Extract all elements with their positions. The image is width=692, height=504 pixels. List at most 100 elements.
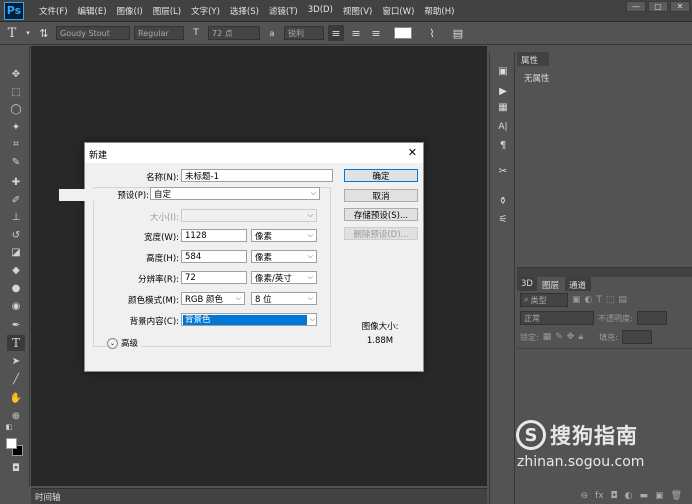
height-input[interactable]: 584	[181, 250, 247, 263]
lock-image-icon[interactable]: ✎	[555, 332, 563, 342]
blend-mode-select[interactable]: 正常	[520, 311, 594, 325]
lock-pixels-icon[interactable]: ▦	[543, 332, 552, 342]
ok-button[interactable]: 确定	[344, 169, 418, 182]
brush-tool-icon[interactable]: ✐	[7, 192, 25, 208]
lock-all-icon[interactable]: 🔒︎	[578, 332, 583, 342]
dodge-tool-icon[interactable]: ◉	[7, 298, 25, 314]
warp-text-icon[interactable]: ⌇	[424, 25, 440, 41]
tool-preset-dropdown-icon[interactable]: ▾	[24, 25, 32, 41]
timeline-tab[interactable]: 时间轴	[35, 491, 61, 503]
marquee-tool-icon[interactable]: ⬚	[7, 84, 25, 100]
align-center-icon[interactable]: ≡	[348, 25, 364, 41]
quick-mask-icon[interactable]: ◘	[7, 460, 25, 476]
paint-bucket-tool-icon[interactable]: ◆	[7, 262, 25, 278]
new-group-icon[interactable]: ▬	[640, 491, 649, 501]
menu-item[interactable]: 文件(F)	[34, 5, 73, 17]
text-orientation-icon[interactable]: ⇅	[36, 25, 52, 41]
channels-tab[interactable]: 通道	[565, 277, 591, 291]
type-tool-icon[interactable]: T	[4, 25, 20, 41]
background-select[interactable]: 背景色 ⌵	[181, 313, 317, 326]
type-tool-icon[interactable]: T	[7, 335, 25, 351]
preset-select[interactable]: 自定 ⌵	[150, 187, 320, 200]
menu-item[interactable]: 帮助(H)	[419, 5, 459, 17]
height-unit-select[interactable]: 像素 ⌵	[251, 250, 317, 263]
crop-tool-icon[interactable]: ⌗	[7, 136, 25, 152]
eraser-tool-icon[interactable]: ◪	[7, 244, 25, 260]
healing-brush-tool-icon[interactable]: ✚	[7, 174, 25, 190]
3d-tab[interactable]: 3D	[517, 277, 537, 291]
menu-item[interactable]: 3D(D)	[303, 5, 338, 17]
tool-presets-icon[interactable]: ✂	[495, 164, 511, 178]
actions-icon[interactable]: ▶	[495, 84, 511, 98]
layer-style-icon[interactable]: fx	[595, 491, 604, 501]
delete-layer-icon[interactable]: 🗑︎	[671, 491, 682, 501]
filter-smart-icon[interactable]: ▤	[618, 295, 627, 305]
align-right-icon[interactable]: ≡	[368, 25, 384, 41]
dialog-close-icon[interactable]: ✕	[408, 146, 417, 159]
paragraph-icon[interactable]: ¶	[495, 138, 511, 152]
save-preset-button[interactable]: 存储预设(S)...	[344, 208, 418, 221]
history-icon[interactable]: ▣	[495, 64, 511, 78]
character-panel-icon[interactable]: ▤	[450, 25, 466, 41]
layer-mask-icon[interactable]: ◘	[611, 491, 618, 501]
cancel-button[interactable]: 取消	[344, 189, 418, 202]
filter-type-icon[interactable]: T	[596, 295, 602, 305]
menu-item[interactable]: 窗口(W)	[377, 5, 419, 17]
bit-depth-select[interactable]: 8 位 ⌵	[251, 292, 317, 305]
blur-tool-icon[interactable]: ●	[7, 280, 25, 296]
menu-item[interactable]: 编辑(E)	[73, 5, 112, 17]
new-layer-icon[interactable]: ▣	[655, 491, 664, 501]
filter-adjustment-icon[interactable]: ◐	[585, 295, 593, 305]
character-icon[interactable]: A|	[495, 120, 511, 134]
text-color-swatch[interactable]	[394, 27, 412, 39]
history-brush-tool-icon[interactable]: ↺	[7, 227, 25, 243]
path-selection-tool-icon[interactable]: ➤	[7, 353, 25, 369]
adjustment-layer-icon[interactable]: ◐	[625, 491, 633, 501]
color-mode-select[interactable]: RGB 颜色 ⌵	[181, 292, 245, 305]
eyedropper-tool-icon[interactable]: ✎	[7, 154, 25, 170]
width-input[interactable]: 1128	[181, 229, 247, 242]
minimize-button[interactable]: —	[626, 1, 646, 12]
lasso-tool-icon[interactable]: ◯	[7, 101, 25, 117]
layers-tab[interactable]: 图层	[538, 277, 564, 291]
width-unit-select[interactable]: 像素 ⌵	[251, 229, 317, 242]
font-family-select[interactable]: Goudy Stout	[56, 26, 130, 40]
antialias-select[interactable]: 锐利	[284, 26, 324, 40]
resolution-input[interactable]: 72	[181, 271, 247, 284]
hand-tool-icon[interactable]: ✋	[7, 390, 25, 406]
menu-item[interactable]: 图层(L)	[148, 5, 186, 17]
shape-tool-icon[interactable]: ╱	[7, 371, 25, 387]
align-left-icon[interactable]: ≡	[328, 25, 344, 41]
lock-position-icon[interactable]: ✥	[567, 332, 575, 342]
layer-filter-select[interactable]: ⌕ 类型	[520, 293, 568, 307]
image-size-value: 1.88M	[366, 336, 394, 346]
close-window-button[interactable]: ✕	[670, 1, 690, 12]
link-layers-icon[interactable]: ⊖	[581, 491, 589, 501]
font-size-select[interactable]: 72 点	[208, 26, 260, 40]
maximize-button[interactable]: ▢	[648, 1, 668, 12]
pen-tool-icon[interactable]: ✒	[7, 317, 25, 333]
size-select[interactable]: ⌵	[181, 209, 317, 222]
swatches-icon[interactable]: ▦	[495, 100, 511, 114]
brush-presets-icon[interactable]: ⚱	[495, 194, 511, 208]
opacity-input[interactable]	[636, 311, 667, 325]
clone-stamp-tool-icon[interactable]: ⊥	[7, 209, 25, 225]
filter-shape-icon[interactable]: ⬚	[606, 295, 615, 305]
menu-item[interactable]: 图像(I)	[112, 5, 148, 17]
fill-input[interactable]	[621, 330, 652, 344]
filter-pixel-icon[interactable]: ▣	[572, 295, 581, 305]
name-input[interactable]: 未标题-1	[181, 169, 333, 182]
menu-item[interactable]: 文字(Y)	[186, 5, 225, 17]
move-tool-icon[interactable]: ✥	[7, 66, 25, 82]
resolution-unit-select[interactable]: 像素/英寸 ⌵	[251, 271, 317, 284]
advanced-toggle[interactable]: ⌄ 高级	[107, 337, 142, 349]
menu-item[interactable]: 视图(V)	[338, 5, 377, 17]
properties-tab[interactable]: 属性	[517, 52, 549, 66]
foreground-color-swatch[interactable]	[6, 438, 17, 449]
magic-wand-tool-icon[interactable]: ✦	[7, 119, 25, 135]
menu-item[interactable]: 选择(S)	[225, 5, 264, 17]
default-colors-icon[interactable]: ◧	[4, 422, 14, 432]
menu-item[interactable]: 滤镜(T)	[264, 5, 303, 17]
font-style-select[interactable]: Regular	[134, 26, 184, 40]
brush-settings-icon[interactable]: ⚟	[495, 212, 511, 226]
